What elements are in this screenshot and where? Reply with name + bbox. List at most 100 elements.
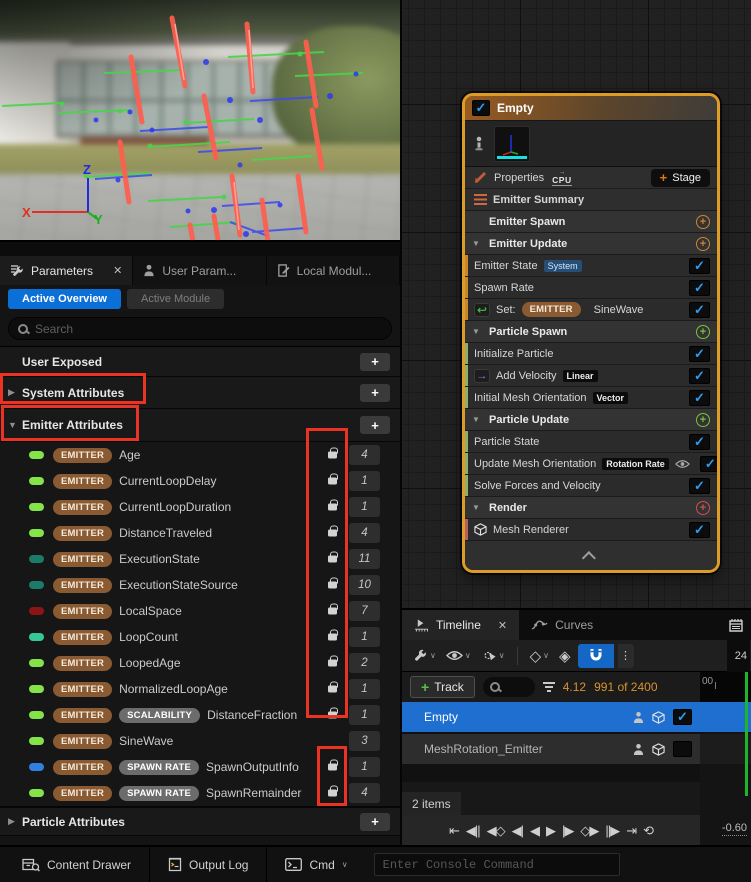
module-enabled-checkbox[interactable]: ✓ bbox=[700, 456, 720, 472]
cmd-selector-button[interactable]: Cmd ∨ bbox=[271, 847, 361, 882]
play-reverse-button[interactable]: ◀ bbox=[530, 824, 539, 837]
tab-local-modules[interactable]: Local Modul... bbox=[267, 256, 400, 285]
emitter-thumbnail[interactable] bbox=[494, 126, 530, 162]
view-options-eye-dropdown[interactable]: ∨ bbox=[443, 650, 474, 661]
reference-count[interactable]: 3 bbox=[349, 731, 380, 751]
module-row-add-velocity[interactable]: →Add VelocityLinear✓ bbox=[465, 365, 717, 387]
module-row-initial-mesh-orientation[interactable]: Initial Mesh OrientationVector✓ bbox=[465, 387, 717, 409]
module-row-particle-state[interactable]: Particle State✓ bbox=[465, 431, 717, 453]
module-enabled-checkbox[interactable]: ✓ bbox=[689, 434, 710, 450]
chevron-down-icon[interactable]: ▼ bbox=[472, 327, 483, 336]
close-tab-icon[interactable]: ✕ bbox=[498, 619, 507, 632]
module-enabled-checkbox[interactable]: ✓ bbox=[689, 478, 710, 494]
parameter-row[interactable]: EMITTERSCALABILITYDistanceFraction1 bbox=[0, 702, 400, 728]
reference-count[interactable]: 10 bbox=[349, 575, 380, 595]
chevron-down-icon[interactable]: ▼ bbox=[472, 239, 483, 248]
add-parameter-button[interactable]: + bbox=[360, 353, 390, 371]
settings-wrench-dropdown[interactable]: ∨ bbox=[410, 648, 439, 663]
timeline-track-view[interactable]: 00 -0.60 bbox=[700, 672, 751, 845]
parameter-row[interactable]: EMITTERExecutionState11 bbox=[0, 546, 400, 572]
reference-count[interactable]: 1 bbox=[349, 627, 380, 647]
jump-to-front-button[interactable]: ◀|| bbox=[466, 824, 480, 837]
reference-count[interactable]: 4 bbox=[349, 783, 380, 803]
track-enabled-checkbox[interactable] bbox=[673, 741, 692, 757]
emitter-enabled-checkbox[interactable]: ✓ bbox=[472, 100, 490, 116]
console-command-field[interactable] bbox=[374, 853, 620, 876]
reference-count[interactable]: 7 bbox=[349, 601, 380, 621]
tab-user-parameters[interactable]: User Param... bbox=[133, 256, 266, 285]
parameter-row[interactable]: EMITTERDistanceTraveled4 bbox=[0, 520, 400, 546]
reference-count[interactable]: 4 bbox=[349, 445, 380, 465]
emitter-node-header[interactable]: ✓ Empty bbox=[465, 96, 717, 121]
parameter-row[interactable]: EMITTERLoopedAge2 bbox=[0, 650, 400, 676]
set-playback-end-button[interactable]: ⇥ bbox=[626, 824, 636, 837]
add-parameter-button[interactable]: + bbox=[360, 416, 390, 434]
step-back-button[interactable]: ◀| bbox=[512, 824, 523, 837]
frame-rate-display[interactable]: 24 bbox=[727, 640, 750, 672]
previous-keyframe-button[interactable]: ◀◇ bbox=[487, 824, 505, 837]
next-keyframe-button[interactable]: ◇▶ bbox=[580, 824, 598, 837]
system-overview-graph[interactable]: ✓ Empty bbox=[400, 0, 751, 608]
active-module-button[interactable]: Active Module bbox=[127, 289, 224, 309]
reference-count[interactable]: 2 bbox=[349, 653, 380, 673]
close-tab-icon[interactable]: ✕ bbox=[113, 264, 122, 277]
add-parameter-button[interactable]: + bbox=[360, 813, 390, 831]
parameter-row[interactable]: EMITTERCurrentLoopDelay1 bbox=[0, 468, 400, 494]
reference-count[interactable]: 1 bbox=[349, 497, 380, 517]
search-input[interactable] bbox=[35, 322, 382, 336]
collapse-arrow-icon[interactable]: ▼ bbox=[8, 420, 22, 430]
track-row-meshrotation_emitter[interactable]: MeshRotation_Emitter bbox=[402, 734, 700, 764]
tab-parameters[interactable]: Parameters ✕ bbox=[0, 256, 133, 285]
track-range-bar[interactable] bbox=[700, 702, 751, 732]
reference-count[interactable]: 1 bbox=[349, 471, 380, 491]
module-row-update-mesh-orientation[interactable]: Update Mesh OrientationRotation Rate✓ bbox=[465, 453, 717, 475]
reference-count[interactable]: 1 bbox=[349, 705, 380, 725]
playhead[interactable] bbox=[745, 672, 748, 796]
parameter-row[interactable]: EMITTERExecutionStateSource10 bbox=[0, 572, 400, 598]
module-row-solve-forces-and-velocity[interactable]: Solve Forces and Velocity✓ bbox=[465, 475, 717, 497]
emitter-summary-row[interactable]: Emitter Summary bbox=[465, 189, 717, 211]
active-overview-button[interactable]: Active Overview bbox=[8, 289, 121, 309]
tab-timeline[interactable]: Timeline ✕ bbox=[402, 610, 519, 640]
module-enabled-checkbox[interactable]: ✓ bbox=[689, 346, 710, 362]
add-module-button[interactable]: + bbox=[696, 501, 710, 515]
module-enabled-checkbox[interactable]: ✓ bbox=[689, 258, 710, 274]
add-stage-button[interactable]: + Stage bbox=[651, 169, 710, 187]
properties-row[interactable]: Properties →CPU + Stage bbox=[465, 167, 717, 189]
filter-icon[interactable] bbox=[543, 682, 555, 692]
content-drawer-button[interactable]: Content Drawer bbox=[8, 847, 145, 882]
module-enabled-checkbox[interactable]: ✓ bbox=[689, 368, 710, 384]
preview-viewport[interactable]: X Z Y bbox=[0, 0, 400, 240]
add-module-button[interactable]: + bbox=[696, 413, 710, 427]
section-emitter-attributes[interactable]: ▼ Emitter Attributes + bbox=[0, 409, 400, 442]
parameter-row[interactable]: EMITTERSPAWN RATESpawnOutputInfo1 bbox=[0, 754, 400, 780]
output-log-button[interactable]: Output Log bbox=[154, 847, 262, 882]
auto-key-icon[interactable]: ◈ bbox=[556, 647, 574, 665]
reference-count[interactable]: 4 bbox=[349, 523, 380, 543]
add-parameter-button[interactable]: + bbox=[360, 384, 390, 402]
play-forward-button[interactable]: ▶ bbox=[546, 824, 555, 837]
section-user-exposed[interactable]: User Exposed + bbox=[0, 347, 400, 377]
playback-options-dropdown[interactable]: ∨ bbox=[478, 648, 508, 663]
add-track-button[interactable]: + Track bbox=[410, 676, 475, 698]
collapse-arrow-icon[interactable]: ▶ bbox=[8, 816, 22, 827]
parameter-search[interactable] bbox=[8, 317, 392, 340]
console-command-input[interactable] bbox=[383, 858, 611, 872]
track-search[interactable] bbox=[483, 677, 535, 697]
module-row-set[interactable]: ↩Set:EMITTERSineWave✓ bbox=[465, 299, 717, 321]
reference-count[interactable]: 1 bbox=[349, 757, 380, 777]
step-forward-button[interactable]: |▶ bbox=[562, 824, 573, 837]
stage-group-particle-update[interactable]: ▼Particle Update+ bbox=[465, 409, 717, 431]
parameter-row[interactable]: EMITTERSPAWN RATESpawnRemainder4 bbox=[0, 780, 400, 806]
tab-curves[interactable]: Curves bbox=[519, 610, 605, 640]
snapping-options-dots[interactable]: ⋮ bbox=[618, 644, 634, 668]
chevron-down-icon[interactable]: ▼ bbox=[472, 415, 483, 424]
module-enabled-checkbox[interactable]: ✓ bbox=[689, 522, 710, 538]
reference-count[interactable]: 1 bbox=[349, 679, 380, 699]
emitter-node-empty[interactable]: ✓ Empty bbox=[462, 93, 720, 573]
loop-mode-button[interactable]: ⟲ bbox=[643, 824, 653, 837]
section-system-attributes[interactable]: ▶ System Attributes + bbox=[0, 377, 400, 409]
collapse-node-button[interactable] bbox=[465, 541, 717, 570]
stage-group-emitter-spawn[interactable]: Emitter Spawn+ bbox=[465, 211, 717, 233]
set-playback-start-button[interactable]: ⇤ bbox=[449, 824, 459, 837]
